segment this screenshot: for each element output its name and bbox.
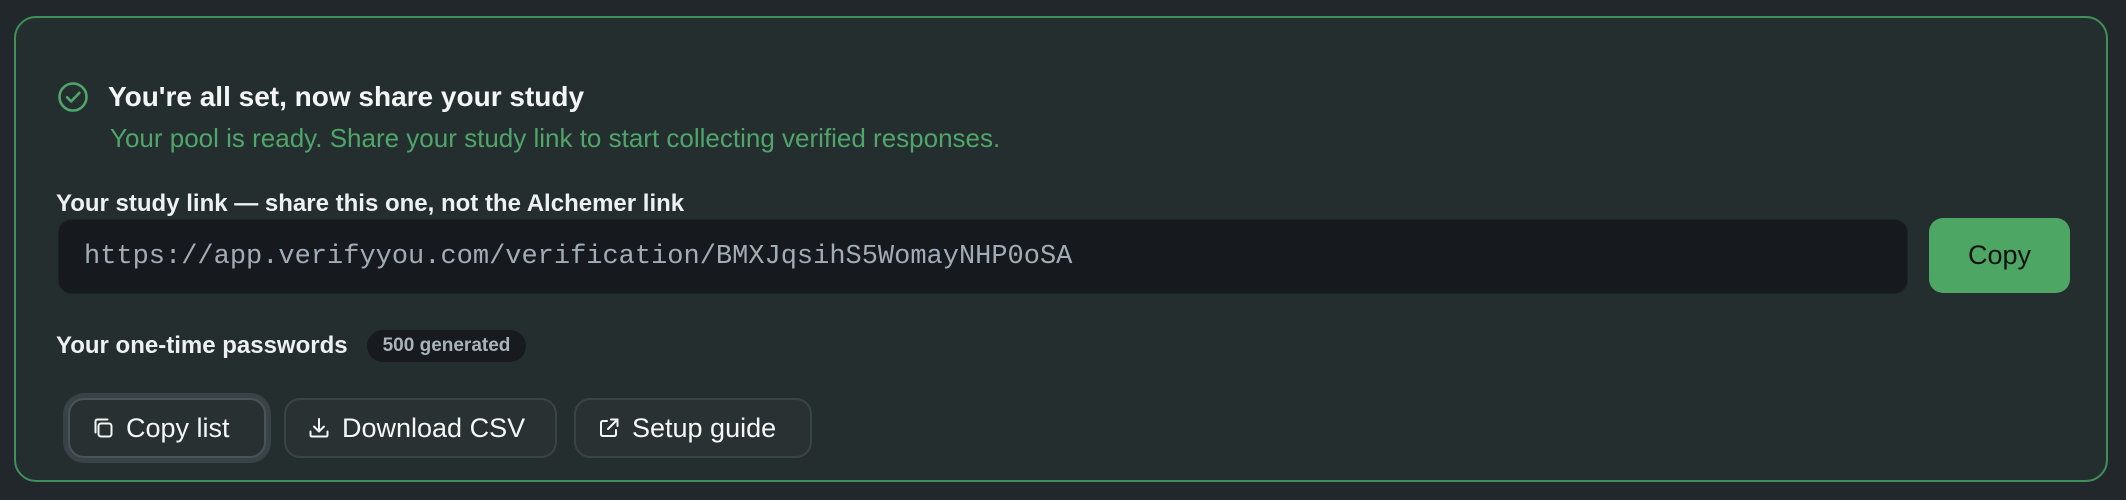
- copy-list-button[interactable]: Copy list: [68, 398, 266, 458]
- header-row: You're all set, now share your study: [56, 60, 584, 115]
- study-link-input[interactable]: https://app.verifyyou.com/verification/B…: [58, 219, 1908, 294]
- download-csv-label: Download CSV: [342, 412, 526, 443]
- copy-list-label: Copy list: [126, 412, 230, 443]
- download-icon: [309, 418, 329, 438]
- success-card: You're all set, now share your study You…: [14, 16, 2108, 482]
- download-csv-button[interactable]: Download CSV: [284, 398, 557, 458]
- page-title: You're all set, now share your study: [108, 81, 585, 112]
- passwords-header: Your one-time passwords 500 generated: [56, 330, 527, 362]
- page-subtitle: Your pool is ready. Share your study lin…: [110, 123, 1001, 153]
- copy-icon: [94, 418, 113, 438]
- copy-link-button[interactable]: Copy: [1929, 218, 2070, 293]
- setup-guide-label: Setup guide: [632, 412, 777, 443]
- study-link-label: Your study link — share this one, not th…: [56, 190, 685, 217]
- generated-count-badge: 500 generated: [366, 330, 527, 362]
- external-link-icon: [600, 418, 619, 437]
- setup-guide-button[interactable]: Setup guide: [574, 398, 812, 458]
- passwords-label: Your one-time passwords: [56, 332, 348, 359]
- check-circle-icon: [58, 82, 88, 112]
